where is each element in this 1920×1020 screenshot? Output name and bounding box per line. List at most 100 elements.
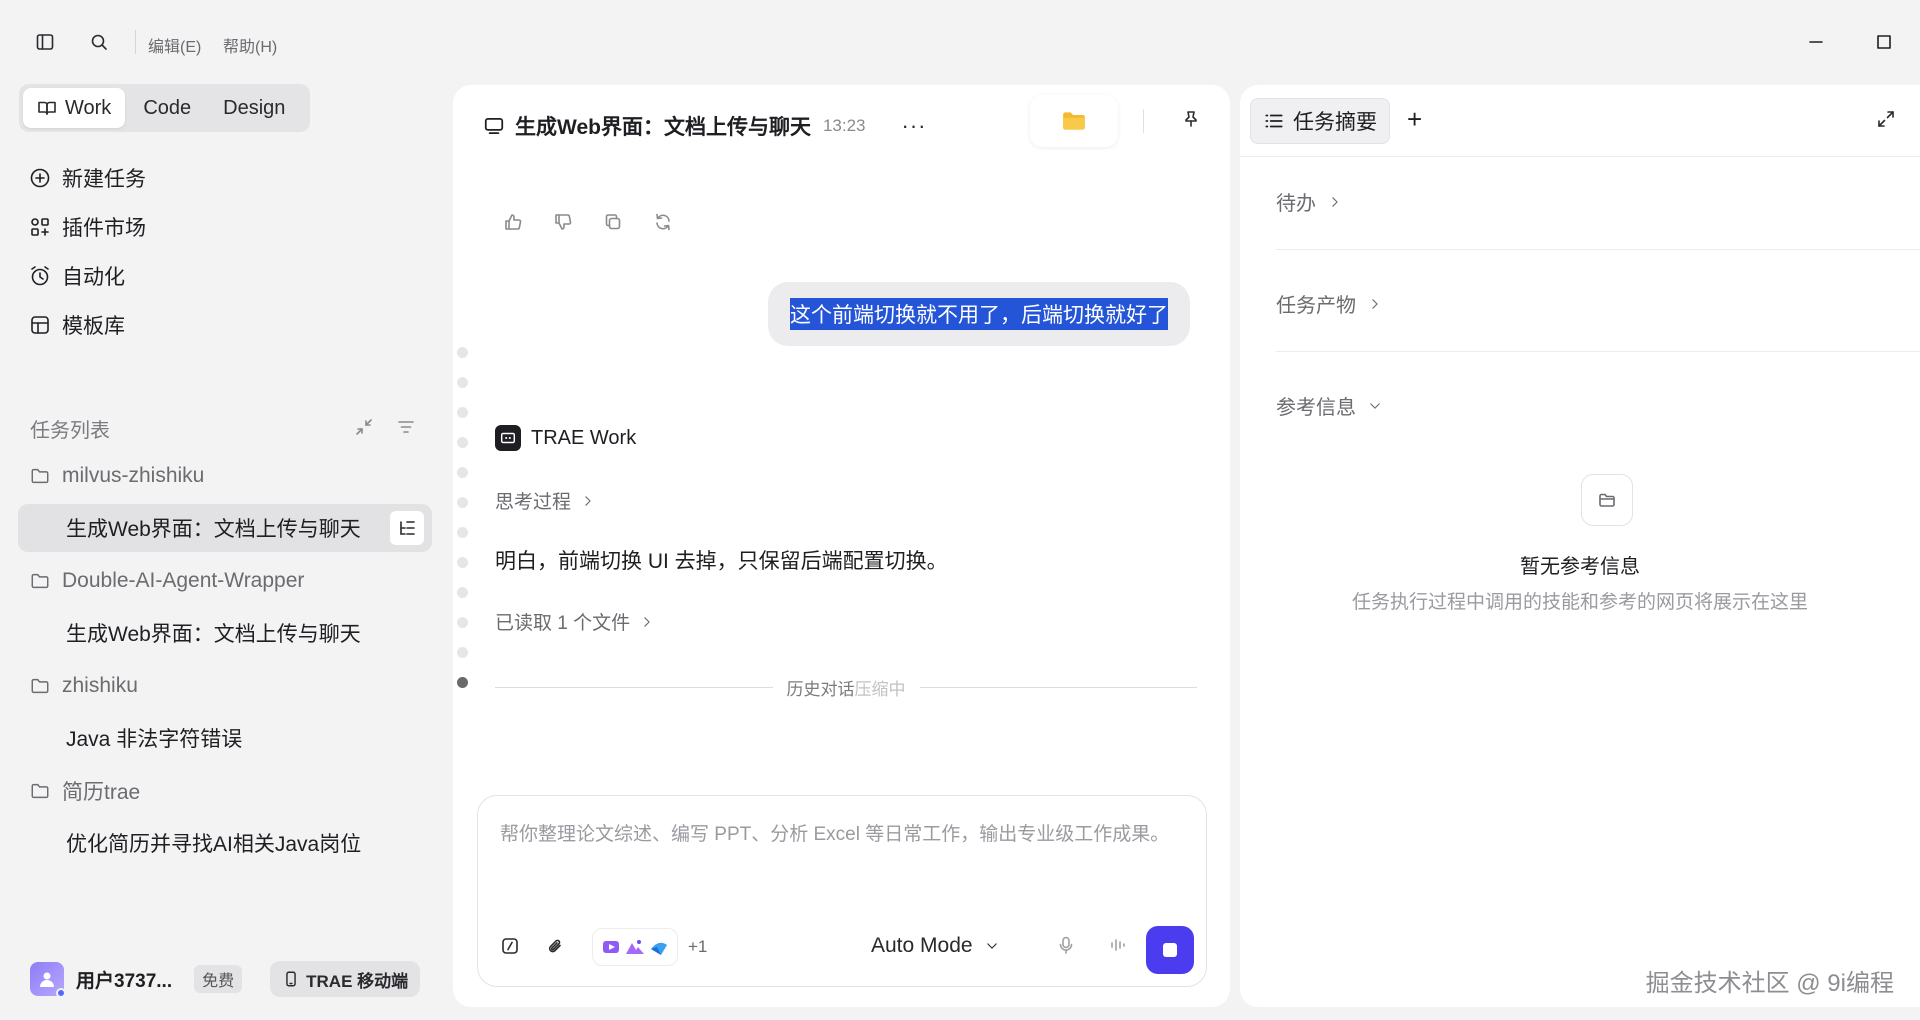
folder-milvus-zhishiku[interactable]: milvus-zhishiku [30,458,204,494]
timeline-dot[interactable] [457,437,468,448]
timeline-dot[interactable] [457,377,468,388]
divider-line [919,687,1197,688]
mode-switcher: Work Code Design [19,84,310,132]
timeline-dot[interactable] [457,347,468,358]
thinking-toggle[interactable]: 思考过程 [495,487,595,514]
pin-icon[interactable] [1181,109,1205,133]
thumbs-up-icon[interactable] [503,212,525,234]
attachment-icon[interactable] [546,936,568,958]
mode-tab-code[interactable]: Code [129,88,205,128]
chat-title: 生成Web界面：文档上传与聊天 [515,116,811,139]
section-label: 参考信息 [1276,397,1356,419]
task-item[interactable]: Java 非法字符错误 [18,714,432,762]
video-skill-icon [603,941,619,953]
sidebar-toggle-icon[interactable] [33,30,57,54]
timeline-dot[interactable] [457,647,468,658]
menu-help[interactable]: 帮助(H) [223,33,277,57]
task-item-active[interactable]: 生成Web界面：文档上传与聊天 [18,504,432,552]
compress-status-a: 历史对话 [786,680,855,699]
nav-new-task[interactable]: 新建任务 [28,160,146,196]
folder-zhishiku[interactable]: zhishiku [30,668,138,704]
copy-icon[interactable] [603,212,625,234]
agent-answer: 明白，前端切换 UI 去掉，只保留后端配置切换。 [495,550,948,573]
timeline-dot-current[interactable] [457,677,468,688]
folder-name: milvus-zhishiku [62,464,205,487]
nav-automation[interactable]: 自动化 [28,258,125,294]
timeline-dot[interactable] [457,467,468,478]
avatar[interactable] [30,962,66,998]
nav-plugins[interactable]: 插件市场 [28,209,146,245]
more-skills-count[interactable]: +1 [688,937,707,957]
folder-name: 简历trae [62,781,141,804]
skills-chip[interactable] [592,928,678,966]
more-options-icon[interactable]: ··· [902,113,927,139]
timeline-dot[interactable] [457,617,468,628]
thumbs-down-icon[interactable] [553,212,575,234]
maximize-icon[interactable] [1872,30,1896,54]
slash-command-icon[interactable] [500,936,522,958]
task-item[interactable]: 优化简历并寻找AI相关Java岗位 [18,819,432,867]
timeline-dot[interactable] [457,527,468,538]
task-title: 生成Web界面：文档上传与聊天 [66,623,361,646]
section-references[interactable]: 参考信息 [1276,391,1382,420]
open-folder-button[interactable] [1030,95,1118,147]
empty-title: 暂无参考信息 [1520,556,1640,578]
empty-description: 任务执行过程中调用的技能和参考的网页将展示在这里 [1351,592,1808,613]
folder-icon [31,783,49,799]
chat-header: 生成Web界面：文档上传与聊天 13:23 ··· [483,109,926,143]
nav-label: 模板库 [62,315,125,338]
timeline-dot[interactable] [457,497,468,508]
task-item[interactable]: 生成Web界面：文档上传与聊天 [18,609,432,657]
mode-select[interactable]: Auto Mode [871,926,999,966]
folder-icon [31,573,49,589]
menu-edit[interactable]: 编辑(E) [148,33,201,57]
mobile-app-button[interactable]: TRAE 移动端 [270,961,421,997]
add-tab-icon[interactable]: + [1407,106,1422,132]
divider-line [495,687,773,688]
folder-double-ai-agent-wrapper[interactable]: Double-AI-Agent-Wrapper [30,563,304,599]
expand-icon[interactable] [1876,109,1900,133]
timeline-dot[interactable] [457,587,468,598]
timeline-dot[interactable] [457,557,468,568]
plus-circle-icon [30,168,50,188]
task-title: 生成Web界面：文档上传与聊天 [66,518,361,541]
watermark: 掘金技术社区 @ 9i编程 [1645,970,1894,997]
task-tree-icon[interactable] [390,511,424,545]
section-todo[interactable]: 待办 [1276,187,1342,216]
user-name[interactable]: 用户3737... [76,966,172,993]
mode-tab-design[interactable]: Design [209,88,299,128]
folder-jianli-trae[interactable]: 简历trae [30,773,140,809]
read-files-label: 已读取 1 个文件 [495,613,631,634]
collapse-icon[interactable] [354,417,378,441]
microphone-icon[interactable] [1056,935,1078,957]
search-icon[interactable] [87,30,111,54]
section-outputs[interactable]: 任务产物 [1276,289,1382,318]
minimize-icon[interactable] [1804,30,1828,54]
voice-wave-icon[interactable] [1108,935,1130,957]
read-files-toggle[interactable]: 已读取 1 个文件 [495,608,654,635]
chevron-right-icon [1372,298,1378,309]
timeline-dot[interactable] [457,407,468,418]
filter-icon[interactable] [396,417,420,441]
folder-name: zhishiku [62,674,138,697]
tab-task-summary[interactable]: 任务摘要 [1250,98,1390,144]
empty-folder-icon [1581,474,1633,526]
stop-generation-button[interactable] [1146,926,1194,974]
mobile-label: TRAE 移动端 [306,971,409,991]
composer-input[interactable]: 帮你整理论文综述、编写 PPT、分析 Excel 等日常工作，输出专业级工作成果… [500,820,1180,850]
panel-divider [1240,156,1920,157]
folder-name: Double-AI-Agent-Wrapper [62,569,305,592]
composer[interactable]: 帮你整理论文综述、编写 PPT、分析 Excel 等日常工作，输出专业级工作成果… [477,795,1207,987]
mode-tab-work[interactable]: Work [23,88,126,128]
summary-panel: 任务摘要 + 待办 任务产物 参考信息 暂无参考信息 任务执行过程中调用的技能和… [1240,85,1920,1007]
image-skill-icon [626,940,644,954]
feedback-row [503,212,675,234]
nav-templates[interactable]: 模板库 [28,307,125,343]
folder-icon [31,678,49,694]
regenerate-icon[interactable] [653,212,675,234]
chevron-down-icon [1370,402,1380,409]
tab-label: 任务摘要 [1293,111,1377,134]
task-title: 优化简历并寻找AI相关Java岗位 [66,833,362,856]
folder-icon [31,468,49,484]
phone-icon [286,971,296,987]
